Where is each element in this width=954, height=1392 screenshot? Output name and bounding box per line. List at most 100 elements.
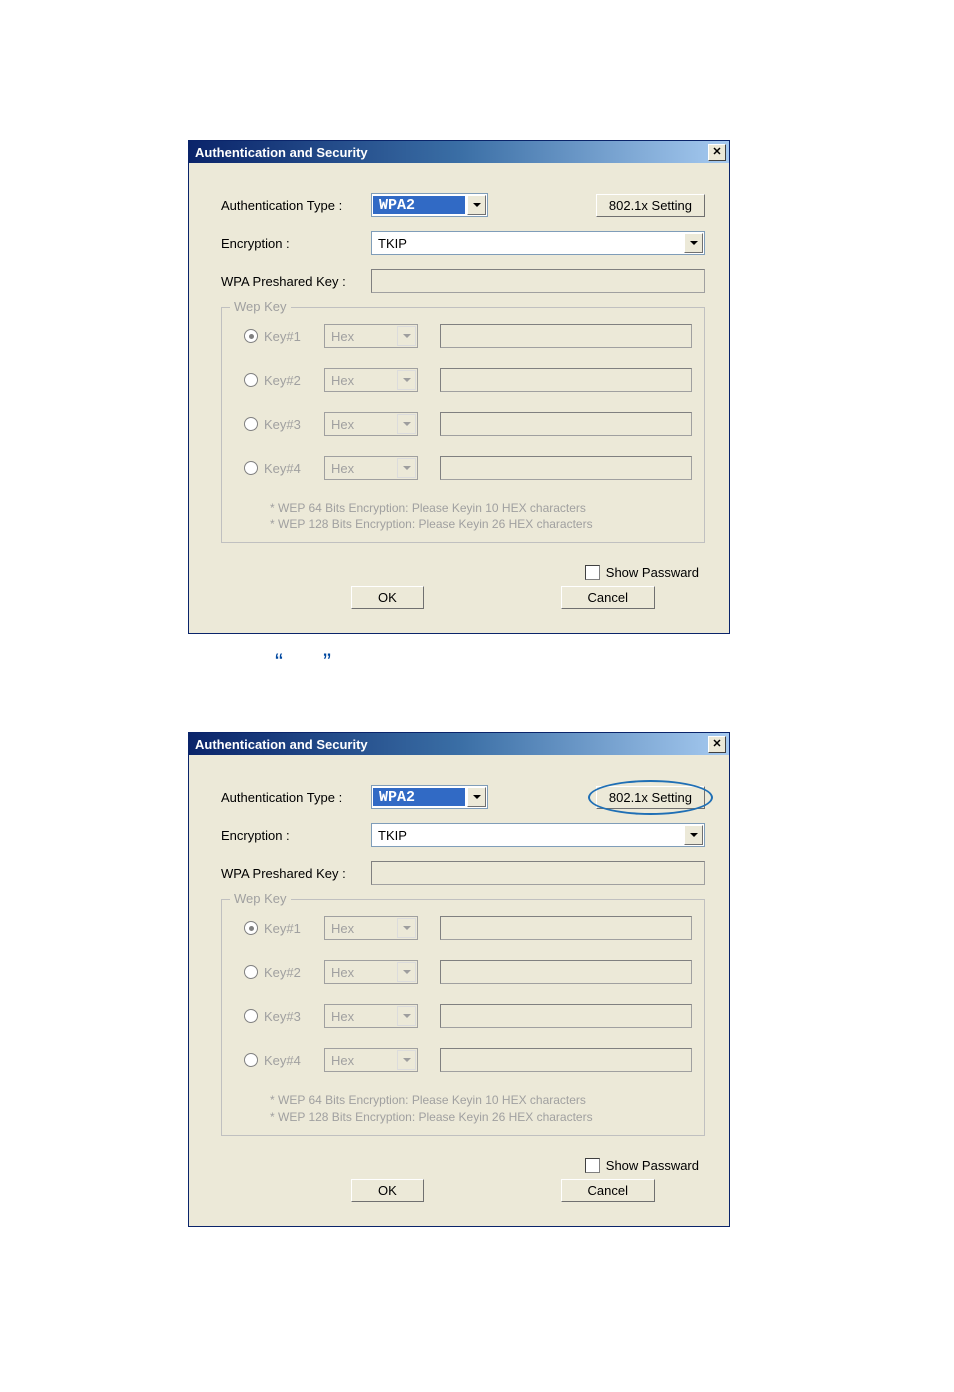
cancel-button[interactable]: Cancel — [561, 586, 655, 609]
8021x-setting-button[interactable]: 802.1x Setting — [596, 194, 705, 217]
psk-label: WPA Preshared Key : — [221, 866, 371, 881]
wep-key-label: Key#1 — [264, 329, 324, 344]
wep-key-input — [440, 456, 692, 480]
wep-key-label: Key#3 — [264, 1009, 324, 1024]
chevron-down-icon — [397, 458, 416, 478]
wep-key-row: Key#3Hex — [234, 412, 692, 436]
psk-input — [371, 269, 705, 293]
auth-type-value: WPA2 — [373, 196, 465, 214]
wep-key-radio — [244, 461, 258, 475]
psk-label: WPA Preshared Key : — [221, 274, 371, 289]
wep-key-format-select: Hex — [324, 1004, 418, 1028]
wep-key-format-value: Hex — [325, 373, 396, 388]
wep-key-input — [440, 960, 692, 984]
wep-key-format-select: Hex — [324, 412, 418, 436]
wep-key-format-value: Hex — [325, 417, 396, 432]
8021x-setting-button[interactable]: 802.1x Setting — [596, 786, 705, 809]
wep-key-radio — [244, 965, 258, 979]
chevron-down-icon[interactable] — [467, 195, 486, 215]
auth-type-label: Authentication Type : — [221, 790, 371, 805]
encryption-value: TKIP — [372, 236, 683, 251]
wep-key-radio — [244, 373, 258, 387]
wep-key-format-value: Hex — [325, 329, 396, 344]
show-password-checkbox[interactable] — [585, 1158, 600, 1173]
ok-button[interactable]: OK — [351, 1179, 424, 1202]
auth-security-dialog: Authentication and Security✕Authenticati… — [188, 732, 730, 1226]
wep-key-row: Key#2Hex — [234, 368, 692, 392]
decor-quotes: “” — [275, 649, 954, 677]
auth-security-dialog: Authentication and Security✕Authenticati… — [188, 140, 730, 634]
wep-key-label: Key#2 — [264, 965, 324, 980]
close-icon[interactable]: ✕ — [708, 144, 726, 161]
encryption-value: TKIP — [372, 828, 683, 843]
wep-key-row: Key#4Hex — [234, 1048, 692, 1072]
wep-key-legend: Wep Key — [230, 299, 291, 314]
wep-key-input — [440, 1004, 692, 1028]
cancel-button[interactable]: Cancel — [561, 1179, 655, 1202]
wep-notes: * WEP 64 Bits Encryption: Please Keyin 1… — [270, 1092, 692, 1124]
wep-key-label: Key#1 — [264, 921, 324, 936]
chevron-down-icon — [397, 326, 416, 346]
encryption-label: Encryption : — [221, 828, 371, 843]
chevron-down-icon[interactable] — [684, 825, 703, 845]
wep-key-radio — [244, 417, 258, 431]
quote-right: ” — [323, 649, 331, 676]
chevron-down-icon — [397, 370, 416, 390]
wep-key-label: Key#4 — [264, 461, 324, 476]
wep-key-label: Key#3 — [264, 417, 324, 432]
wep-key-row: Key#3Hex — [234, 1004, 692, 1028]
wep-key-group: Wep KeyKey#1HexKey#2HexKey#3HexKey#4Hex*… — [221, 899, 705, 1135]
ok-button[interactable]: OK — [351, 586, 424, 609]
wep-key-row: Key#1Hex — [234, 916, 692, 940]
wep-key-legend: Wep Key — [230, 891, 291, 906]
chevron-down-icon[interactable] — [684, 233, 703, 253]
show-password-label: Show Passward — [606, 565, 699, 580]
wep-note-line: * WEP 128 Bits Encryption: Please Keyin … — [270, 516, 692, 532]
wep-note-line: * WEP 128 Bits Encryption: Please Keyin … — [270, 1109, 692, 1125]
wep-key-row: Key#4Hex — [234, 456, 692, 480]
auth-type-value: WPA2 — [373, 788, 465, 806]
encryption-label: Encryption : — [221, 236, 371, 251]
wep-key-format-value: Hex — [325, 965, 396, 980]
wep-key-input — [440, 1048, 692, 1072]
show-password-label: Show Passward — [606, 1158, 699, 1173]
auth-type-select[interactable]: WPA2 — [371, 193, 488, 217]
wep-key-input — [440, 324, 692, 348]
chevron-down-icon — [397, 1006, 416, 1026]
wep-key-format-select: Hex — [324, 456, 418, 480]
wep-key-radio — [244, 1053, 258, 1067]
wep-key-label: Key#4 — [264, 1053, 324, 1068]
show-password-checkbox[interactable] — [585, 565, 600, 580]
wep-key-format-select: Hex — [324, 368, 418, 392]
close-icon[interactable]: ✕ — [708, 736, 726, 753]
chevron-down-icon[interactable] — [467, 787, 486, 807]
dialog-title: Authentication and Security — [195, 737, 708, 752]
dialog-title: Authentication and Security — [195, 145, 708, 160]
auth-type-select[interactable]: WPA2 — [371, 785, 488, 809]
wep-key-label: Key#2 — [264, 373, 324, 388]
encryption-select[interactable]: TKIP — [371, 823, 705, 847]
titlebar: Authentication and Security✕ — [189, 141, 729, 163]
chevron-down-icon — [397, 918, 416, 938]
wep-note-line: * WEP 64 Bits Encryption: Please Keyin 1… — [270, 1092, 692, 1108]
wep-key-format-select: Hex — [324, 916, 418, 940]
wep-key-format-value: Hex — [325, 461, 396, 476]
encryption-select[interactable]: TKIP — [371, 231, 705, 255]
wep-key-row: Key#1Hex — [234, 324, 692, 348]
wep-key-radio — [244, 329, 258, 343]
chevron-down-icon — [397, 414, 416, 434]
wep-key-format-select: Hex — [324, 960, 418, 984]
dialog-body: Authentication Type :WPA2802.1x SettingE… — [189, 163, 729, 633]
chevron-down-icon — [397, 962, 416, 982]
wep-key-input — [440, 368, 692, 392]
wep-notes: * WEP 64 Bits Encryption: Please Keyin 1… — [270, 500, 692, 532]
wep-key-format-select: Hex — [324, 1048, 418, 1072]
dialog-body: Authentication Type :WPA2 802.1x Setting E… — [189, 755, 729, 1225]
wep-key-radio — [244, 921, 258, 935]
titlebar: Authentication and Security✕ — [189, 733, 729, 755]
wep-note-line: * WEP 64 Bits Encryption: Please Keyin 1… — [270, 500, 692, 516]
wep-key-row: Key#2Hex — [234, 960, 692, 984]
wep-key-group: Wep KeyKey#1HexKey#2HexKey#3HexKey#4Hex*… — [221, 307, 705, 543]
chevron-down-icon — [397, 1050, 416, 1070]
quote-left: “ — [275, 649, 283, 676]
